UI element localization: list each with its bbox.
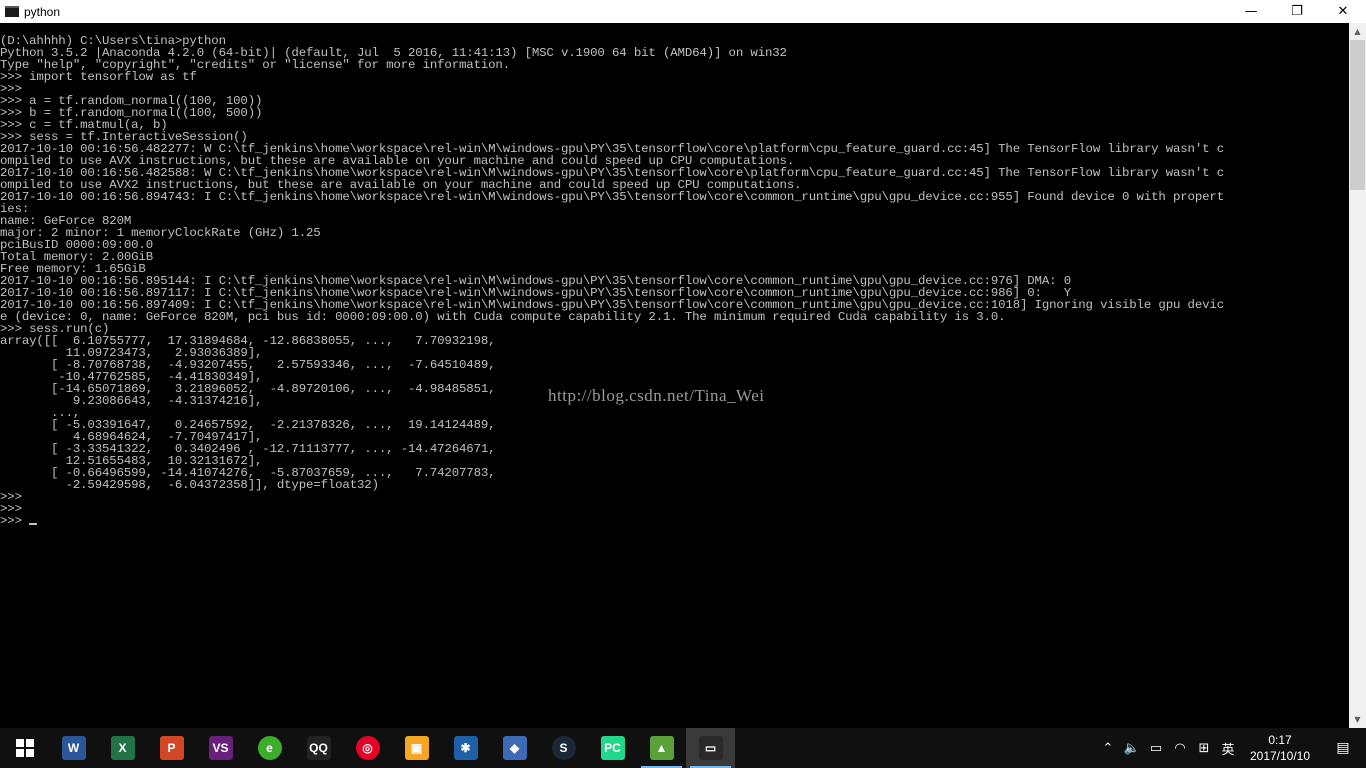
virtualbox-icon: ◆ — [502, 736, 527, 760]
taskbar-app-netease-music[interactable]: ◎ — [343, 728, 392, 768]
app-icon-label: ◎ — [362, 741, 373, 755]
window-controls: — ❐ ✕ — [1228, 0, 1366, 23]
cmd-console-icon: ▭ — [698, 736, 723, 760]
console-line: Total memory: 2.00GiB — [0, 250, 153, 264]
console-line: ies: — [0, 202, 30, 216]
scroll-down-arrow-icon[interactable]: ▼ — [1349, 711, 1366, 728]
visual-studio-icon: VS — [208, 736, 233, 760]
taskbar-app-visual-studio[interactable]: VS — [196, 728, 245, 768]
taskbar-app-browser-360[interactable]: e — [245, 728, 294, 768]
app-icon-label: X — [118, 741, 127, 755]
steam-icon: S — [551, 736, 576, 760]
browser-360-icon: e — [257, 736, 282, 760]
console-line: major: 2 minor: 1 memoryClockRate (GHz) … — [0, 226, 321, 240]
taskbar: W X P VS e QQ ◎ ▣ ✱ ◆ S PC ▲ ▭ ⌃ 🔈 ▭ ◠ ⊞ 英 0:17 2017/… — [0, 728, 1366, 768]
clock[interactable]: 0:17 2017/10/10 — [1240, 732, 1320, 764]
taskbar-app-powerpoint[interactable]: P — [147, 728, 196, 768]
app-icon-label: PC — [604, 741, 621, 755]
word-icon: W — [61, 736, 86, 760]
app-icon-label: P — [167, 741, 176, 755]
console-line: -2.59429598, -6.04372358]], dtype=float3… — [0, 478, 379, 492]
console-output[interactable]: (D:\ahhhh) C:\Users\tina>python Python 3.… — [0, 23, 1349, 728]
console-line: Type "help", "copyright", "credits" or "… — [0, 58, 510, 72]
tray-chevron-icon[interactable]: ⌃ — [1096, 728, 1120, 768]
console-line: >>> — [0, 515, 1349, 527]
minimize-button[interactable]: — — [1228, 0, 1274, 23]
scroll-thumb[interactable] — [1350, 40, 1365, 190]
notification-center-icon[interactable]: ▤ — [1320, 728, 1366, 768]
minecraft-icon: ▲ — [649, 736, 674, 760]
clock-date: 2017/10/10 — [1249, 749, 1311, 763]
console-line: >>> b = tf.random_normal((100, 500)) — [0, 106, 263, 120]
network-tool-icon: ✱ — [453, 736, 478, 760]
watermark-text: http://blog.csdn.net/Tina_Wei — [548, 386, 765, 405]
taskbar-app-qq[interactable]: QQ — [294, 728, 343, 768]
ime-mode-icon[interactable]: ⊞ — [1192, 728, 1216, 768]
close-button[interactable]: ✕ — [1320, 0, 1366, 23]
window-title: python — [24, 4, 61, 19]
pycharm-icon: PC — [600, 736, 625, 760]
clock-time: 0:17 — [1268, 733, 1292, 747]
taskbar-app-file-manager[interactable]: ▣ — [392, 728, 441, 768]
excel-icon: X — [110, 736, 135, 760]
app-icon-label: ✱ — [460, 741, 471, 755]
language-indicator[interactable]: 英 — [1216, 728, 1240, 768]
python-console-window: python — ❐ ✕ (D:\ahhhh) C:\Users\tina>py… — [0, 0, 1366, 728]
console-line: >>> — [0, 502, 22, 516]
taskbar-app-excel[interactable]: X — [98, 728, 147, 768]
console-line: >>> — [0, 490, 22, 504]
app-icon-label: ◆ — [509, 741, 520, 755]
app-icon-label: ▣ — [410, 741, 423, 755]
file-manager-icon: ▣ — [404, 736, 429, 760]
app-icon-label: ▲ — [655, 741, 668, 755]
scroll-up-arrow-icon[interactable]: ▲ — [1349, 23, 1366, 40]
wifi-icon[interactable]: ◠ — [1168, 728, 1192, 768]
qq-penguin-icon: QQ — [306, 736, 331, 760]
taskbar-app-vm-tool[interactable]: ◆ — [490, 728, 539, 768]
battery-icon[interactable]: ▭ — [1144, 728, 1168, 768]
vertical-scrollbar[interactable]: ▲ ▼ — [1349, 23, 1366, 728]
powerpoint-icon: P — [159, 736, 184, 760]
app-icon-label: ▭ — [704, 741, 717, 755]
volume-icon[interactable]: 🔈 — [1120, 728, 1144, 768]
app-icon-label: e — [266, 741, 273, 755]
title-bar[interactable]: python — ❐ ✕ — [0, 0, 1366, 23]
console-icon — [5, 6, 19, 17]
system-tray: ⌃ 🔈 ▭ ◠ ⊞ 英 0:17 2017/10/10 ▤ — [1096, 728, 1366, 768]
console-line: e (device: 0, name: GeForce 820M, pci bu… — [0, 310, 1006, 324]
taskbar-app-start[interactable] — [0, 728, 49, 768]
console-line: >>> import tensorflow as tf — [0, 70, 197, 84]
taskbar-app-steam[interactable]: S — [539, 728, 588, 768]
taskbar-app-network-tool[interactable]: ✱ — [441, 728, 490, 768]
taskbar-app-pycharm[interactable]: PC — [588, 728, 637, 768]
taskbar-app-word[interactable]: W — [49, 728, 98, 768]
console-line: pciBusID 0000:09:00.0 — [0, 238, 153, 252]
app-icon-label: VS — [212, 741, 229, 755]
windows-logo-icon — [13, 736, 37, 760]
console-line: 2017-10-10 00:16:56.894743: I C:\tf_jenk… — [0, 190, 1224, 204]
text-cursor — [29, 523, 38, 525]
app-icon-label: W — [67, 741, 80, 755]
taskbar-apps: W X P VS e QQ ◎ ▣ ✱ ◆ S PC ▲ ▭ — [0, 728, 735, 768]
taskbar-app-minecraft[interactable]: ▲ — [637, 728, 686, 768]
netease-music-icon: ◎ — [355, 736, 380, 760]
maximize-button[interactable]: ❐ — [1274, 0, 1320, 23]
app-icon-label: QQ — [309, 741, 328, 755]
app-icon-label: S — [559, 741, 568, 755]
taskbar-app-cmd[interactable]: ▭ — [686, 728, 735, 768]
